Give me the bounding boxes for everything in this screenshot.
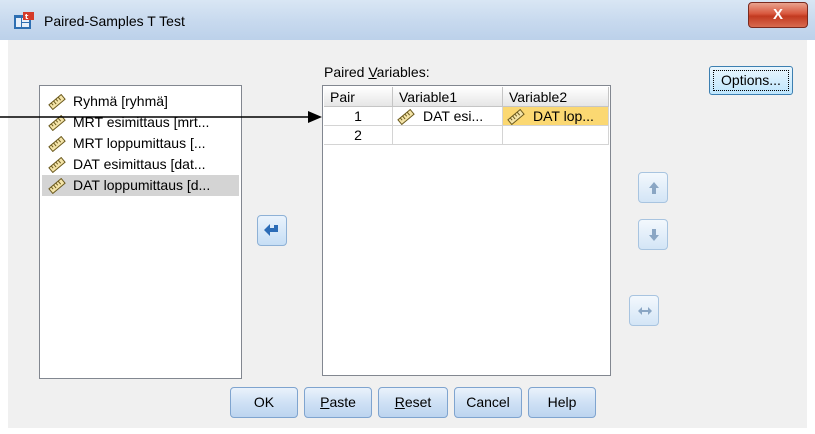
annotation-arrow (0, 111, 322, 123)
